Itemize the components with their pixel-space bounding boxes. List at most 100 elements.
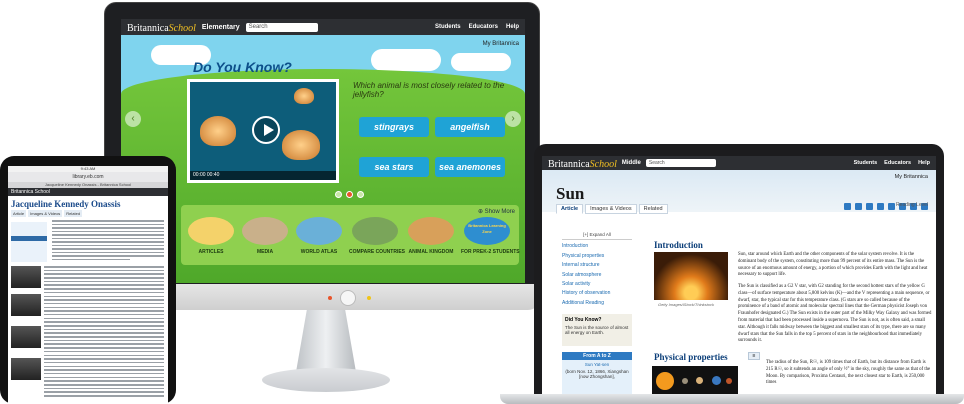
sun-graphic [656, 372, 674, 390]
list-icon[interactable]: ≡ [748, 352, 760, 360]
article-photo[interactable] [11, 326, 41, 348]
expand-all-link[interactable]: [+] Expand All [562, 232, 632, 240]
laptop-top-bar: BritannicaSchool Middle Search Students … [542, 156, 936, 170]
monitor-stand [296, 310, 356, 372]
tab-article[interactable]: Article [556, 204, 584, 214]
toc-item[interactable]: Introduction [562, 243, 632, 249]
laptop-screen: BritannicaSchool Middle Search Students … [542, 156, 936, 396]
sun-image[interactable] [654, 252, 728, 300]
tablet-article-text-2 [44, 266, 164, 399]
tab-related[interactable]: Related [64, 210, 83, 217]
email-icon[interactable] [866, 203, 873, 210]
pager-dot[interactable] [335, 191, 342, 198]
cloud [451, 53, 511, 71]
intro-paragraph-1: Sun, star around which Earth and the oth… [738, 252, 928, 278]
sidebar-header [11, 236, 47, 241]
play-icon[interactable] [252, 116, 280, 144]
nav-students[interactable]: Students [435, 24, 461, 30]
carousel-pager [335, 191, 364, 198]
did-you-know-text: The Sun is the source of almost all ener… [565, 325, 629, 335]
tablet-device: 9:43 AM library.eb.com Jacqueline Kenned… [0, 156, 176, 404]
category-prek2[interactable]: Britannica Learning Zone FOR PREK-2 STUD… [461, 217, 520, 255]
category-world-atlas[interactable]: WORLD ATLAS [293, 217, 345, 255]
learning-zone-logo: Britannica Learning Zone [464, 217, 510, 245]
nav-educators[interactable]: Educators [469, 24, 498, 30]
jellyfish-image [294, 88, 314, 104]
show-more-link[interactable]: ⊕ Show More [478, 208, 515, 215]
cite-icon[interactable] [877, 203, 884, 210]
indicator-light [328, 296, 332, 300]
tab-article[interactable]: Article [11, 210, 27, 217]
table-of-contents: [+] Expand All Introduction Physical pro… [562, 232, 632, 306]
article-photo[interactable] [11, 294, 41, 316]
tab-images-videos[interactable]: Images & Videos [28, 210, 63, 217]
device-mockup-stage: BritannicaSchool Elementary Search Stude… [0, 0, 964, 404]
answer-sea-anemones-button[interactable]: sea anemones [435, 157, 505, 177]
toc-item[interactable]: Solar activity [562, 281, 632, 287]
nav-help[interactable]: Help [918, 160, 930, 166]
category-media[interactable]: MEDIA [239, 217, 291, 255]
toc-item[interactable]: Solar atmosphere [562, 272, 632, 278]
planet-graphic [696, 377, 703, 384]
answer-sea-stars-button[interactable]: sea stars [359, 157, 429, 177]
laptop-device: BritannicaSchool Middle Search Students … [534, 144, 944, 396]
do-you-know-heading: Do You Know? [193, 59, 292, 75]
search-input[interactable]: Search [245, 22, 318, 32]
answer-angelfish-button[interactable]: angelfish [435, 117, 505, 137]
toc-item[interactable]: Additional Reading [562, 300, 632, 306]
category-compare-countries[interactable]: COMPARE COUNTRIES [349, 217, 405, 255]
nav-educators[interactable]: Educators [884, 160, 911, 166]
article-photo[interactable] [11, 266, 41, 288]
planet-graphic [682, 378, 688, 384]
tab-images-videos[interactable]: Images & Videos [585, 204, 637, 214]
page-title: Sun [556, 184, 585, 203]
print-icon[interactable] [844, 203, 851, 210]
media-thumbnail [242, 217, 288, 245]
search-input[interactable]: Search [645, 159, 716, 167]
articles-thumbnail [188, 217, 234, 245]
next-arrow-icon[interactable]: › [505, 111, 521, 127]
toc-item[interactable]: Internal structure [562, 262, 632, 268]
category-panel: ⊕ Show More ARTICLES MEDIA WORLD ATLAS C… [181, 205, 520, 265]
article-photo[interactable] [11, 358, 41, 380]
save-icon[interactable] [855, 203, 862, 210]
a-to-z-title: From A to Z [562, 352, 632, 360]
nav-students[interactable]: Students [854, 160, 878, 166]
solar-system-image[interactable] [652, 366, 738, 396]
britannica-logo[interactable]: BritannicaSchool [127, 19, 196, 36]
tablet-address-bar[interactable]: library.eb.com [8, 172, 168, 182]
reading-level-selector[interactable]: Reading Level [896, 202, 928, 208]
jellyfish-video[interactable]: 00:00 00:40 [187, 79, 339, 183]
tablet-tab-row: Article Images & Videos Related [8, 210, 168, 217]
quiz-question: Which animal is most closely related to … [353, 81, 505, 99]
category-animal-kingdom[interactable]: ANIMAL KINGDOM [405, 217, 457, 255]
intro-paragraph-2: The Sun is classified as a G2 V star, wi… [738, 284, 932, 344]
top-nav: Students Educators Help [435, 24, 519, 30]
my-britannica-link[interactable]: My Britannica [483, 41, 519, 47]
indicator-light [367, 296, 371, 300]
pager-dot[interactable] [357, 191, 364, 198]
cloud [371, 49, 441, 71]
laptop-base [500, 394, 964, 404]
physical-properties-paragraph: The radius of the Sun, R☉, is 109 times … [766, 360, 931, 386]
toc-item[interactable]: History of observation [562, 290, 632, 296]
nav-help[interactable]: Help [506, 24, 519, 30]
did-you-know-title: Did You Know? [565, 317, 602, 323]
share-icon[interactable] [888, 203, 895, 210]
video-controls[interactable]: 00:00 00:40 [190, 171, 336, 180]
category-articles[interactable]: ARTICLES [185, 217, 237, 255]
my-britannica-link[interactable]: My Britannica [895, 174, 928, 180]
world-atlas-thumbnail [296, 217, 342, 245]
tablet-sidebar [11, 222, 47, 262]
planet-graphic [712, 376, 721, 385]
tab-related[interactable]: Related [638, 204, 668, 214]
prev-arrow-icon[interactable]: ‹ [125, 111, 141, 127]
tablet-article-title: Jacqueline Kennedy Onassis [11, 199, 121, 209]
desktop-screen: BritannicaSchool Elementary Search Stude… [121, 19, 525, 283]
animal-kingdom-thumbnail [408, 217, 454, 245]
pager-dot-active[interactable] [346, 191, 353, 198]
answer-stingrays-button[interactable]: stingrays [359, 117, 429, 137]
a-to-z-name[interactable]: Sun Yat-sen [562, 362, 632, 367]
monitor-power-button [340, 290, 356, 306]
toc-item[interactable]: Physical properties [562, 253, 632, 259]
